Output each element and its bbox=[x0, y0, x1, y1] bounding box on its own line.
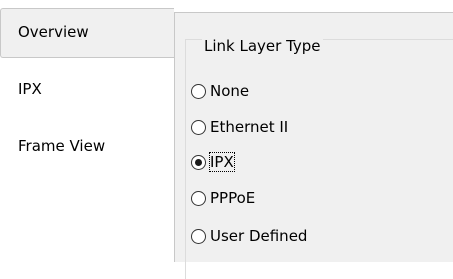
tab-overview[interactable]: Overview bbox=[0, 8, 174, 58]
radio-ipx-circle[interactable] bbox=[191, 154, 206, 170]
tab-ipx-label: IPX bbox=[18, 80, 42, 98]
link-layer-type-title: Link Layer Type bbox=[202, 37, 323, 55]
radio-ethernet-ii-label: Ethernet II bbox=[210, 118, 289, 136]
radio-none-circle[interactable] bbox=[191, 83, 206, 99]
tab-frame-view-label: Frame View bbox=[18, 137, 106, 155]
radio-none-label: None bbox=[210, 82, 250, 100]
radio-pppoe-label: PPPoE bbox=[210, 189, 256, 207]
radio-user-defined-circle[interactable] bbox=[191, 228, 206, 244]
tab-ipx[interactable]: IPX bbox=[18, 80, 42, 98]
tab-overview-label: Overview bbox=[18, 23, 89, 41]
radio-pppoe[interactable]: PPPoE bbox=[191, 188, 255, 208]
overview-panel: Link Layer Type None Ethernet II IPX PPP… bbox=[174, 12, 453, 279]
tab-frame-view[interactable]: Frame View bbox=[18, 137, 105, 155]
radio-ipx[interactable]: IPX bbox=[191, 152, 235, 172]
radio-ethernet-ii-circle[interactable] bbox=[191, 119, 206, 135]
radio-user-defined[interactable]: User Defined bbox=[191, 226, 307, 246]
radio-pppoe-circle[interactable] bbox=[191, 190, 206, 206]
radio-ethernet-ii[interactable]: Ethernet II bbox=[191, 117, 288, 137]
radio-ipx-label: IPX bbox=[209, 152, 235, 172]
radio-user-defined-label: User Defined bbox=[210, 227, 308, 245]
tab-strip: Overview IPX Frame View bbox=[0, 0, 176, 262]
radio-none[interactable]: None bbox=[191, 81, 249, 101]
